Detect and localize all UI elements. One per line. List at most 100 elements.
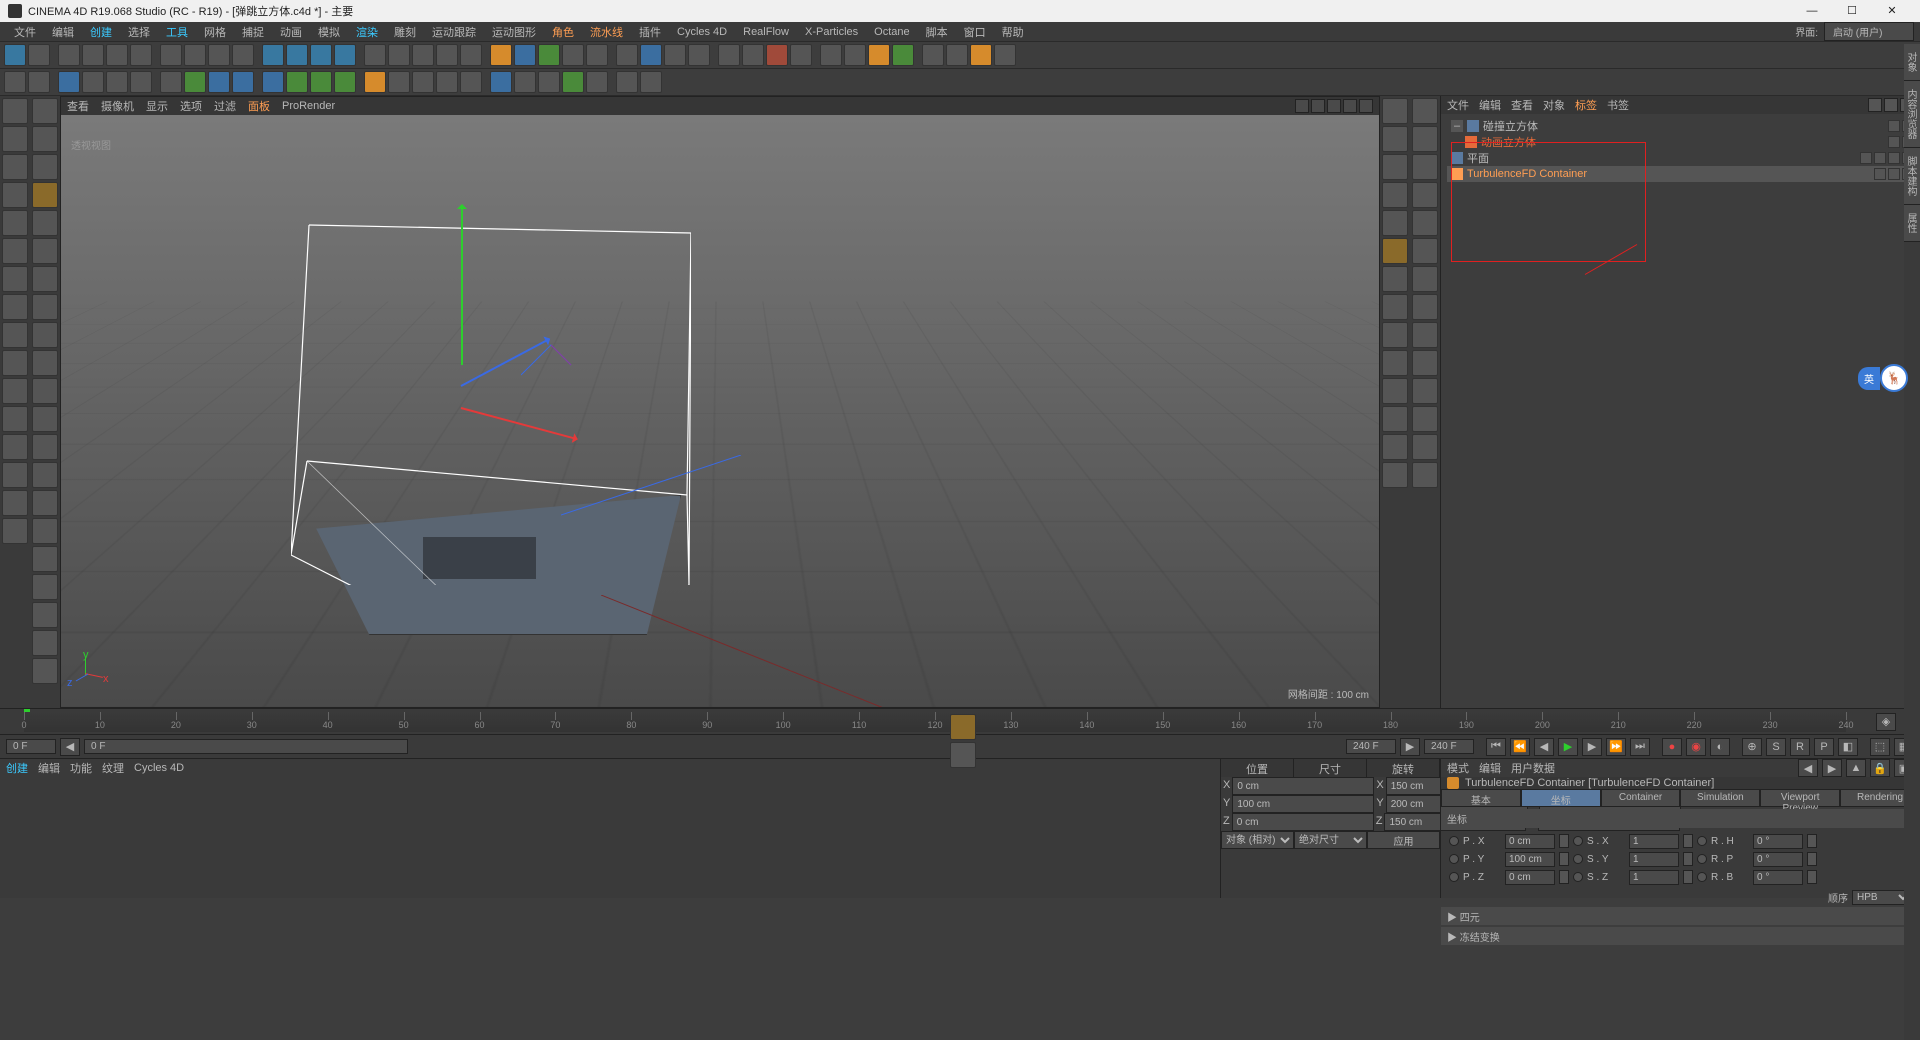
toolbar-button[interactable] [208, 44, 230, 66]
mode-button[interactable] [1382, 462, 1408, 488]
mode-button[interactable] [1382, 182, 1408, 208]
fcurve-button[interactable]: ⬚ [1870, 738, 1890, 756]
mode-button[interactable] [2, 210, 28, 236]
toolbar-button[interactable] [160, 71, 182, 93]
freeze-transform-section[interactable]: ▶ 冻结变换 [1441, 927, 1920, 945]
menu-帮助[interactable]: 帮助 [994, 22, 1032, 42]
attr-P . X[interactable] [1505, 834, 1555, 849]
mode-button[interactable] [32, 462, 58, 488]
toolbar-button[interactable] [766, 44, 788, 66]
attr-menu-编辑[interactable]: 编辑 [1479, 760, 1501, 776]
mode-button[interactable] [1412, 182, 1438, 208]
toolbar-button[interactable] [262, 71, 284, 93]
toolbar-button[interactable] [460, 44, 482, 66]
viewport-menu-查看[interactable]: 查看 [67, 98, 89, 114]
toolbar-button[interactable] [310, 44, 332, 66]
mode-button[interactable] [2, 434, 28, 460]
toolbar-button[interactable] [130, 71, 152, 93]
toolbar-button[interactable] [208, 71, 230, 93]
prev-key-button[interactable]: ⏪ [1510, 738, 1530, 756]
mode-button[interactable] [32, 490, 58, 516]
toolbar-button[interactable] [820, 44, 842, 66]
mode-button[interactable] [1382, 406, 1408, 432]
side-tab-内容浏览器[interactable]: 内容浏览器 [1904, 81, 1920, 148]
toolbar-button[interactable] [664, 44, 686, 66]
toolbar-button[interactable] [334, 44, 356, 66]
toolbar-button[interactable] [514, 44, 536, 66]
menu-模拟[interactable]: 模拟 [310, 22, 348, 42]
mode-button[interactable] [2, 406, 28, 432]
material-menu-编辑[interactable]: 编辑 [38, 760, 60, 776]
toolbar-button[interactable] [388, 71, 410, 93]
pos-Z[interactable] [1232, 813, 1374, 831]
viewport-menu-过滤[interactable]: 过滤 [214, 98, 236, 114]
attr-R . B[interactable] [1753, 870, 1803, 885]
menu-雕刻[interactable]: 雕刻 [386, 22, 424, 42]
range-end-input[interactable]: 240 F [1346, 739, 1396, 754]
viewport-nav-icon[interactable] [1327, 99, 1341, 113]
layout-combo[interactable]: 启动 (用户) [1824, 22, 1914, 41]
mode-button[interactable] [2, 322, 28, 348]
mode-button[interactable] [1382, 238, 1408, 264]
mode-button[interactable] [1412, 126, 1438, 152]
gear-icon[interactable] [950, 742, 976, 768]
toolbar-button[interactable] [490, 44, 512, 66]
toolbar-button[interactable] [868, 44, 890, 66]
mode-button[interactable] [1382, 322, 1408, 348]
toolbar-button[interactable] [412, 71, 434, 93]
menu-X-Particles[interactable]: X-Particles [797, 24, 866, 40]
current-frame-input[interactable]: 0 F [6, 739, 56, 754]
size-mode-select[interactable]: 绝对尺寸 [1294, 831, 1367, 849]
menu-工具[interactable]: 工具 [158, 22, 196, 42]
attr-tab-基本[interactable]: 基本 [1441, 789, 1521, 807]
toolbar-button[interactable] [790, 44, 812, 66]
mode-button[interactable] [32, 98, 58, 124]
toolbar-button[interactable] [490, 71, 512, 93]
menu-渲染[interactable]: 渲染 [348, 22, 386, 42]
menu-网格[interactable]: 网格 [196, 22, 234, 42]
menu-文件[interactable]: 文件 [6, 22, 44, 42]
maximize-button[interactable]: ☐ [1832, 0, 1872, 22]
mode-button[interactable] [32, 434, 58, 460]
scale-key-button[interactable]: S [1766, 738, 1786, 756]
side-tab-脚本建构[interactable]: 脚本建构 [1904, 148, 1920, 205]
prev-range-button[interactable]: ◀ [60, 738, 80, 756]
mode-button[interactable] [1412, 98, 1438, 124]
object-tree[interactable]: –碰撞立方体动画立方体平面TurbulenceFD Container [1441, 114, 1920, 708]
toolbar-button[interactable] [688, 44, 710, 66]
mode-button[interactable] [32, 658, 58, 684]
keysel-button[interactable]: ◐ [1710, 738, 1730, 756]
toolbar-button[interactable] [184, 71, 206, 93]
mode-button[interactable] [1382, 98, 1408, 124]
mode-button[interactable] [32, 574, 58, 600]
mode-button[interactable] [1412, 154, 1438, 180]
attr-fwd-button[interactable]: ▶ [1822, 759, 1842, 777]
mode-button[interactable] [1382, 378, 1408, 404]
tree-item-碰撞立方体[interactable]: –碰撞立方体 [1447, 118, 1914, 134]
minimize-button[interactable]: — [1792, 0, 1832, 22]
mode-button[interactable] [2, 294, 28, 320]
toolbar-button[interactable] [388, 44, 410, 66]
attr-P . Z[interactable] [1505, 870, 1555, 885]
toolbar-button[interactable] [538, 71, 560, 93]
attr-menu-用户数据[interactable]: 用户数据 [1511, 760, 1555, 776]
objmgr-menu-编辑[interactable]: 编辑 [1479, 97, 1501, 113]
toolbar-button[interactable] [436, 71, 458, 93]
menu-流水线[interactable]: 流水线 [582, 22, 631, 42]
menu-Octane[interactable]: Octane [866, 24, 917, 40]
mode-button[interactable] [32, 406, 58, 432]
menu-动画[interactable]: 动画 [272, 22, 310, 42]
attr-S . Z[interactable] [1629, 870, 1679, 885]
close-button[interactable]: ✕ [1872, 0, 1912, 22]
quaternion-section[interactable]: ▶ 四元 [1441, 907, 1920, 925]
attr-tab-Simulation[interactable]: Simulation [1680, 789, 1760, 807]
toolbar-button[interactable] [82, 44, 104, 66]
attr-up-button[interactable]: ▲ [1846, 759, 1866, 777]
toolbar-button[interactable] [310, 71, 332, 93]
toolbar-button[interactable] [436, 44, 458, 66]
mode-button[interactable] [2, 238, 28, 264]
mode-button[interactable] [32, 210, 58, 236]
timeline-key-button[interactable]: ◈ [1876, 713, 1896, 731]
viewport-canvas[interactable]: 透视视图 yxz 网格间距 : 100 cm [61, 115, 1379, 707]
attr-tab-坐标[interactable]: 坐标 [1521, 789, 1601, 807]
